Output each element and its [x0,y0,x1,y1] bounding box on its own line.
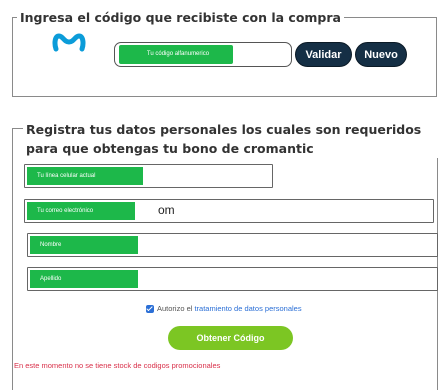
email-label: Tu correo electrónico [27,202,135,220]
code-input-placeholder: Tu código alfanumerico [146,51,210,57]
email-value: om [158,203,175,217]
phone-line-label: Tu línea celular actual [27,167,143,185]
code-section-legend: Ingresa el código que recibiste con la c… [17,10,344,25]
consent-row: Autorizo el tratamiento de datos persona… [146,304,302,313]
validate-button[interactable]: Validar [295,42,352,67]
movistar-logo-icon [52,33,86,52]
lastname-label: Apellido [30,270,138,288]
name-label: Nombre [30,236,138,254]
consent-text: Autorizo el [157,304,193,313]
name-field[interactable]: Nombre [27,233,438,257]
code-input[interactable]: Tu código alfanumerico [114,42,292,67]
register-section-legend: Registra tus datos personales los cuales… [23,120,438,158]
privacy-policy-link[interactable]: tratamiento de datos personales [194,304,301,313]
stock-error-message: En este momento no se tiene stock de cod… [14,361,221,370]
checkbox-checked-icon[interactable] [146,304,154,313]
new-button[interactable]: Nuevo [355,42,407,67]
email-field[interactable]: Tu correo electrónico om [24,199,434,223]
phone-line-field[interactable]: Tu línea celular actual [24,164,273,188]
get-code-button[interactable]: Obtener Código [168,326,293,350]
lastname-field[interactable]: Apellido [27,267,438,291]
